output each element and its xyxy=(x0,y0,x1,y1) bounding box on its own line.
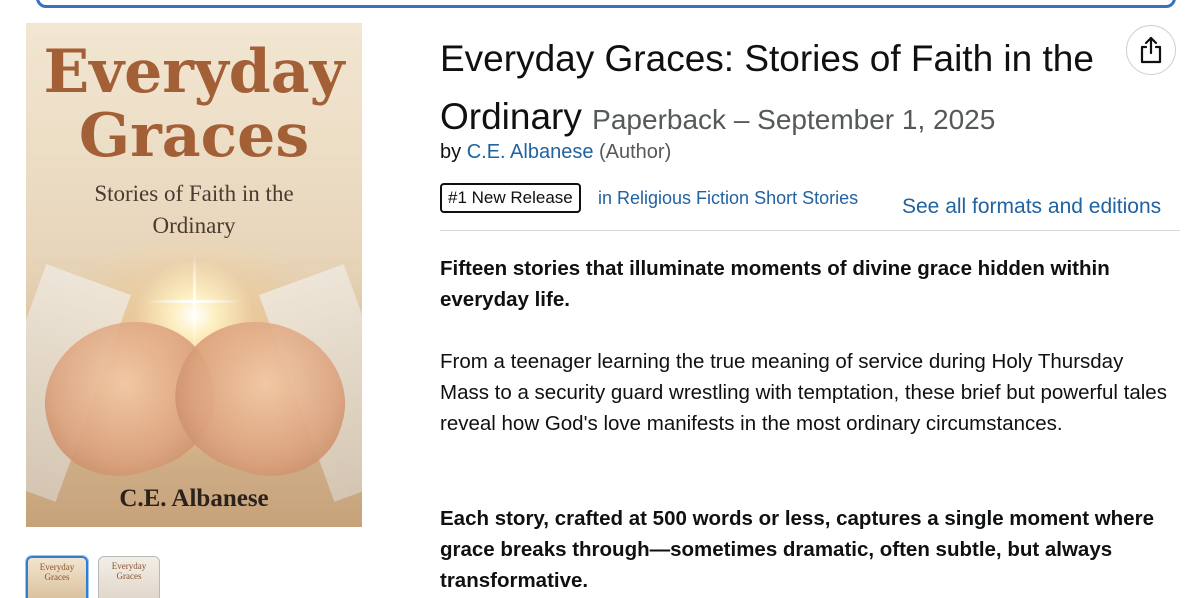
cover-subtitle: Ordinary xyxy=(152,213,236,238)
search-box[interactable] xyxy=(36,0,1176,8)
author-link[interactable]: C.E. Albanese xyxy=(467,141,594,163)
divider xyxy=(440,230,1180,231)
share-button[interactable] xyxy=(1126,25,1176,75)
thumbnail-title: Everyday xyxy=(111,561,147,571)
author-role: (Author) xyxy=(599,141,672,163)
share-icon xyxy=(1140,36,1162,64)
product-page: Everyday Graces Stories of Faith in the … xyxy=(0,0,1200,598)
book-cover-image[interactable]: Everyday Graces Stories of Faith in the … xyxy=(26,23,362,527)
badge-category-link[interactable]: in Religious Fiction Short Stories xyxy=(598,188,858,209)
product-title: Everyday Graces: Stories of Faith in the… xyxy=(440,30,1130,149)
product-format: Paperback – September 1, 2025 xyxy=(592,104,996,135)
thumbnail-title: Graces xyxy=(44,572,70,582)
new-release-badge[interactable]: #1 New Release xyxy=(440,183,581,213)
description-paragraph: From a teenager learning the true meanin… xyxy=(440,350,1167,435)
thumbnail-front-cover[interactable]: Everyday Graces xyxy=(26,556,88,598)
thumbnail-title: Everyday xyxy=(39,562,75,572)
description-paragraph: Fifteen stories that illuminate moments … xyxy=(440,257,1110,311)
byline-prefix: by xyxy=(440,141,462,163)
cover-author: C.E. Albanese xyxy=(119,485,269,512)
cover-title: Graces xyxy=(78,101,310,171)
cover-subtitle: Stories of Faith in the xyxy=(94,181,294,206)
thumbnail-back-cover[interactable]: Everyday Graces xyxy=(98,556,160,598)
description-paragraph: Each story, crafted at 500 words or less… xyxy=(440,507,1154,592)
see-all-formats-link[interactable]: See all formats and editions xyxy=(902,195,1161,219)
byline: by C.E. Albanese (Author) xyxy=(440,141,671,164)
cover-art-light xyxy=(146,253,242,349)
cover-title: Everyday xyxy=(43,37,345,107)
thumbnail-title: Graces xyxy=(116,571,142,581)
